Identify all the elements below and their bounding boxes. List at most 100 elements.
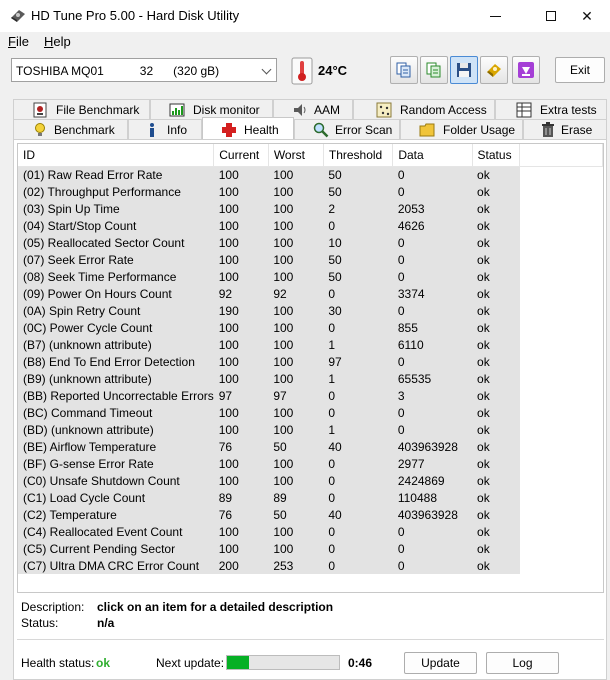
menu-bar: File Help (0, 32, 610, 52)
cell-threshold: 1 (323, 336, 393, 353)
tab-error-scan[interactable]: Error Scan (294, 119, 400, 139)
tab-folder-usage[interactable]: Folder Usage (400, 119, 523, 139)
cell-status: ok (472, 285, 520, 302)
smart-attributes-list[interactable]: ID Current Worst Threshold Data Status (… (17, 143, 604, 593)
copy-all-icon (426, 62, 441, 78)
tab-erase[interactable]: Erase (523, 119, 607, 139)
cell-worst: 100 (268, 302, 324, 319)
close-button[interactable]: ✕ (564, 0, 610, 32)
cell-data: 0 (392, 557, 473, 574)
cell-id: (05) Reallocated Sector Count (18, 234, 214, 251)
cell-filler (519, 353, 603, 370)
table-row[interactable]: (C5) Current Pending Sector 100 100 0 0 ok (18, 540, 603, 557)
menu-help[interactable]: Help (44, 34, 71, 49)
description-value: click on an item for a detailed descript… (97, 600, 334, 614)
table-row[interactable]: (BF) G-sense Error Rate 100 100 0 2977 ok (18, 455, 603, 472)
cell-data: 4626 (392, 217, 473, 234)
tab-aam[interactable]: AAM (273, 99, 353, 119)
cell-filler (519, 387, 603, 404)
table-row[interactable]: (C2) Temperature 76 50 40 403963928 ok (18, 506, 603, 523)
lightbulb-icon (35, 123, 45, 136)
cell-data: 0 (392, 251, 473, 268)
column-header-status[interactable]: Status (472, 144, 521, 167)
table-row[interactable]: (0C) Power Cycle Count 100 100 0 855 ok (18, 319, 603, 336)
tab-extra-tests[interactable]: Extra tests (495, 99, 607, 119)
save-button[interactable] (450, 56, 478, 84)
table-row[interactable]: (07) Seek Error Rate 100 100 50 0 ok (18, 251, 603, 268)
cell-id: (07) Seek Error Rate (18, 251, 214, 268)
copy-all-button[interactable] (420, 56, 448, 84)
download-button[interactable] (512, 56, 540, 84)
cell-id: (B8) End To End Error Detection (18, 353, 214, 370)
table-row[interactable]: (01) Raw Read Error Rate 100 100 50 0 ok (18, 166, 603, 183)
cell-threshold: 50 (323, 166, 393, 183)
cell-worst: 100 (268, 200, 324, 217)
table-row[interactable]: (05) Reallocated Sector Count 100 100 10 0 ok (18, 234, 603, 251)
cell-worst: 253 (268, 557, 324, 574)
speaker-icon (294, 104, 306, 116)
cell-status: ok (472, 353, 520, 370)
table-row[interactable]: (C4) Reallocated Event Count 100 100 0 0 ok (18, 523, 603, 540)
table-row[interactable]: (BE) Airflow Temperature 76 50 40 403963928 o… (18, 438, 603, 455)
cell-worst: 100 (268, 166, 324, 183)
table-row[interactable]: (BC) Command Timeout 100 100 0 0 ok (18, 404, 603, 421)
options-button[interactable] (480, 56, 508, 84)
cell-data: 0 (392, 540, 473, 557)
cell-threshold: 0 (323, 455, 393, 472)
cell-current: 100 (213, 234, 269, 251)
cell-current: 100 (213, 183, 269, 200)
cell-filler (519, 251, 603, 268)
cell-filler (519, 200, 603, 217)
next-update-progress (226, 655, 340, 670)
cell-data: 0 (392, 234, 473, 251)
column-header-worst[interactable]: Worst (268, 144, 324, 167)
update-button[interactable]: Update (404, 652, 477, 674)
countdown-timer: 0:46 (348, 656, 373, 670)
column-header-data[interactable]: Data (392, 144, 473, 167)
cell-id: (C0) Unsafe Shutdown Count (18, 472, 214, 489)
cell-worst: 89 (268, 489, 324, 506)
column-header-threshold[interactable]: Threshold (323, 144, 394, 167)
table-row[interactable]: (C1) Load Cycle Count 89 89 0 110488 ok (18, 489, 603, 506)
window-title: HD Tune Pro 5.00 - Hard Disk Utility (31, 8, 240, 23)
table-row[interactable]: (C7) Ultra DMA CRC Error Count 200 253 0 0 ok (18, 557, 603, 574)
table-row[interactable]: (C0) Unsafe Shutdown Count 100 100 0 2424869… (18, 472, 603, 489)
smart-table: ID Current Worst Threshold Data Status (… (18, 144, 603, 574)
cell-worst: 100 (268, 523, 324, 540)
health-cross-icon (222, 123, 236, 137)
cell-current: 190 (213, 302, 269, 319)
tab-disk-monitor[interactable]: Disk monitor (150, 99, 273, 119)
magnifier-icon (313, 122, 329, 138)
table-row[interactable]: (BD) (unknown attribute) 100 100 1 0 ok (18, 421, 603, 438)
log-button[interactable]: Log (486, 652, 559, 674)
tab-file-benchmark[interactable]: File Benchmark (13, 99, 150, 119)
cell-filler (519, 557, 603, 574)
table-row[interactable]: (04) Start/Stop Count 100 100 0 4626 ok (18, 217, 603, 234)
table-row[interactable]: (08) Seek Time Performance 100 100 50 0 ok (18, 268, 603, 285)
cell-current: 100 (213, 455, 269, 472)
minimize-button[interactable] (472, 0, 518, 32)
title-bar[interactable]: HD Tune Pro 5.00 - Hard Disk Utility ✕ (0, 0, 610, 32)
copy-button[interactable] (390, 56, 418, 84)
drive-selector[interactable]: TOSHIBA MQ01 32 (320 gB) (11, 58, 277, 82)
table-row[interactable]: (B7) (unknown attribute) 100 100 1 6110 ok (18, 336, 603, 353)
drive-capacity: (320 gB) (173, 64, 220, 78)
table-row[interactable]: (0A) Spin Retry Count 190 100 30 0 ok (18, 302, 603, 319)
exit-button[interactable]: Exit (555, 57, 605, 83)
tab-health[interactable]: Health (202, 117, 294, 139)
tab-random-access[interactable]: Random Access (353, 99, 495, 119)
cell-worst: 92 (268, 285, 324, 302)
column-header-id[interactable]: ID (18, 144, 215, 167)
table-row[interactable]: (BB) Reported Uncorrectable Errors 97 97 0 3… (18, 387, 603, 404)
menu-file[interactable]: File (8, 34, 29, 49)
tab-info[interactable]: Info (128, 119, 202, 139)
table-row[interactable]: (09) Power On Hours Count 92 92 0 3374 ok (18, 285, 603, 302)
cell-threshold: 0 (323, 523, 393, 540)
table-row[interactable]: (B8) End To End Error Detection 100 100 97 0… (18, 353, 603, 370)
table-row[interactable]: (03) Spin Up Time 100 100 2 2053 ok (18, 200, 603, 217)
table-row[interactable]: (B9) (unknown attribute) 100 100 1 65535 ok (18, 370, 603, 387)
table-row[interactable]: (02) Throughput Performance 100 100 50 0 ok (18, 183, 603, 200)
cell-status: ok (472, 489, 520, 506)
column-header-current[interactable]: Current (213, 144, 269, 167)
tab-benchmark[interactable]: Benchmark (13, 119, 128, 139)
